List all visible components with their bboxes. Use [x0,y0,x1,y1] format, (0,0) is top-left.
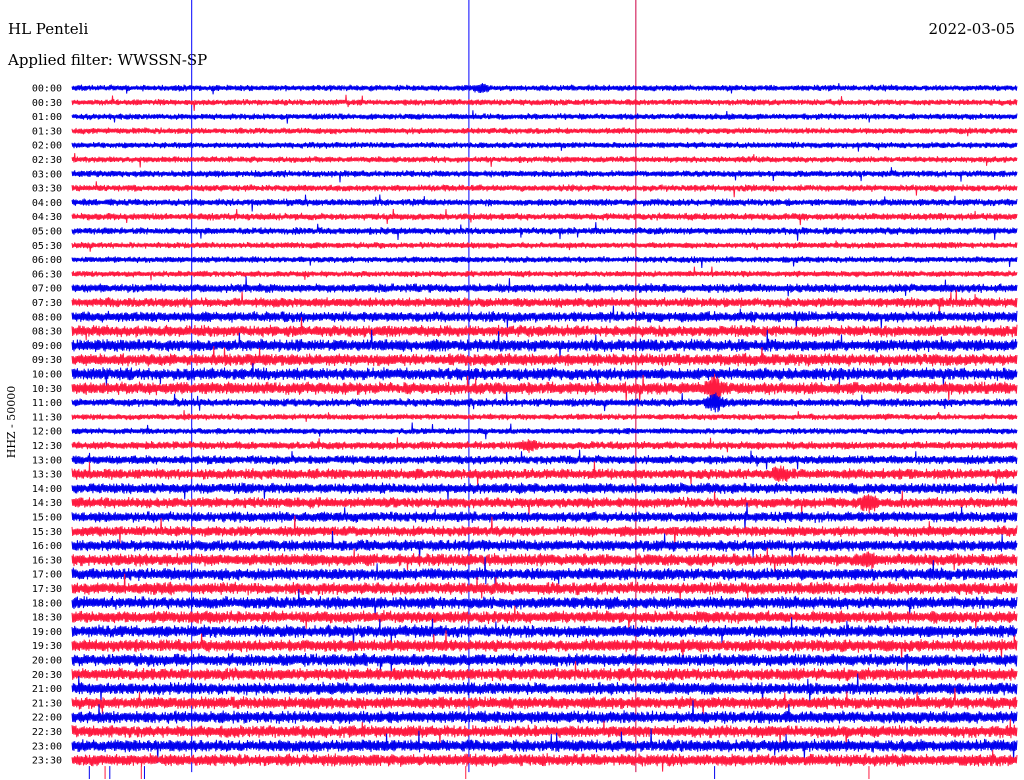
time-label-04:00: 04:00 [32,198,62,209]
time-label-20:00: 20:00 [32,656,62,667]
time-label-09:00: 09:00 [32,341,62,352]
trace-line-08:30 [71,317,1018,341]
trace-line-10:30 [71,373,1018,403]
time-label-12:00: 12:00 [32,427,62,438]
time-label-13:30: 13:30 [32,470,62,481]
trace-line-05:00 [71,222,1018,241]
time-label-12:30: 12:30 [32,441,62,452]
time-label-18:00: 18:00 [32,598,62,609]
time-label-07:30: 07:30 [32,298,62,309]
time-label-09:30: 09:30 [32,355,62,366]
time-label-15:00: 15:00 [32,513,62,524]
time-label-16:30: 16:30 [32,555,62,566]
trace-line-13:30 [71,461,1018,487]
time-label-00:30: 00:30 [32,98,62,109]
time-label-07:00: 07:00 [32,284,62,295]
trace-line-01:30 [71,127,1018,137]
time-label-02:00: 02:00 [32,141,62,152]
trace-line-04:00 [71,194,1018,212]
time-label-01:00: 01:00 [32,112,62,123]
trace-line-11:00 [71,392,1018,413]
trace-line-09:30 [71,346,1018,367]
trace-line-13:00 [71,449,1018,470]
time-label-11:30: 11:30 [32,412,62,423]
trace-line-00:30 [71,94,1018,111]
time-label-08:00: 08:00 [32,312,62,323]
time-label-03:00: 03:00 [32,169,62,180]
time-label-04:30: 04:30 [32,212,62,223]
time-label-13:00: 13:00 [32,455,62,466]
time-label-05:30: 05:30 [32,241,62,252]
trace-line-20:00 [71,653,1018,672]
trace-line-12:30 [71,437,1018,453]
time-label-18:30: 18:30 [32,613,62,624]
time-label-06:30: 06:30 [32,269,62,280]
time-label-19:30: 19:30 [32,641,62,652]
time-label-21:00: 21:00 [32,684,62,695]
trace-line-11:30 [71,410,1018,422]
trace-line-15:30 [71,515,1018,545]
trace-line-06:00 [71,256,1018,269]
trace-line-05:30 [71,240,1018,252]
time-label-14:30: 14:30 [32,498,62,509]
time-label-11:00: 11:00 [32,398,62,409]
trace-line-01:00 [71,110,1018,124]
trace-group [71,83,1018,772]
time-label-14:00: 14:00 [32,484,62,495]
time-label-23:30: 23:30 [32,756,62,767]
time-label-23:00: 23:00 [32,741,62,752]
time-label-group: 00:00 00:30 01:00 01:30 02:00 02:30 03:00 03:30… [32,84,62,767]
trace-line-23:30 [71,750,1018,772]
trace-line-00:00 [71,83,1018,95]
trace-line-03:30 [71,181,1018,198]
helicorder-chart: 00:00 00:30 01:00 01:30 02:00 02:30 03:00 03:30… [32,0,1018,779]
time-label-22:30: 22:30 [32,727,62,738]
trace-line-08:00 [71,305,1018,330]
trace-line-07:00 [71,276,1018,297]
time-label-08:30: 08:30 [32,327,62,338]
trace-line-06:30 [71,266,1018,281]
time-label-17:30: 17:30 [32,584,62,595]
bottom-tick-group [88,766,870,779]
time-label-16:00: 16:00 [32,541,62,552]
trace-line-16:30 [71,547,1018,573]
trace-line-20:30 [71,661,1018,682]
time-label-20:30: 20:30 [32,670,62,681]
trace-line-02:00 [71,141,1018,152]
time-label-00:00: 00:00 [32,84,62,95]
time-label-06:00: 06:00 [32,255,62,266]
time-label-10:00: 10:00 [32,370,62,381]
trace-line-03:00 [71,167,1018,183]
time-label-19:00: 19:00 [32,627,62,638]
time-label-01:30: 01:30 [32,126,62,137]
time-label-05:00: 05:00 [32,227,62,238]
time-label-15:30: 15:30 [32,527,62,538]
time-label-21:30: 21:30 [32,698,62,709]
time-label-02:30: 02:30 [32,155,62,166]
trace-line-02:30 [71,153,1018,168]
time-label-17:00: 17:00 [32,570,62,581]
trace-line-04:30 [71,208,1018,226]
trace-line-12:00 [71,422,1018,440]
trace-line-14:30 [71,490,1018,517]
time-label-22:00: 22:00 [32,713,62,724]
time-label-03:30: 03:30 [32,184,62,195]
time-label-10:30: 10:30 [32,384,62,395]
